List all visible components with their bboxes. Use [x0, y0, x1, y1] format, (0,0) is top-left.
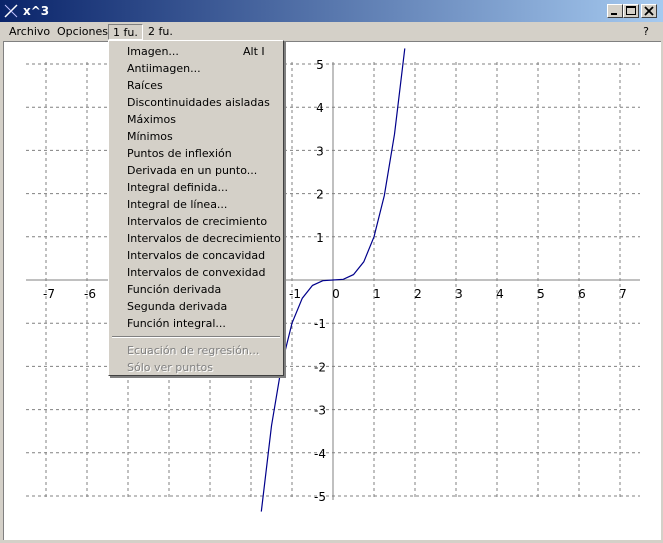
- window-title: x^3: [23, 4, 50, 18]
- menu-option-label: Integral definida...: [127, 181, 229, 194]
- menu-option[interactable]: Intervalos de concavidad: [109, 247, 283, 264]
- menu-option[interactable]: Puntos de inflexión: [109, 145, 283, 162]
- menu-option[interactable]: Integral de línea...: [109, 196, 283, 213]
- menu-option-label: Intervalos de crecimiento: [127, 215, 268, 228]
- menu-option[interactable]: Discontinuidades aisladas: [109, 94, 283, 111]
- y-tick-label: 5: [316, 58, 324, 72]
- y-tick-label: -4: [314, 447, 326, 461]
- menu-option-disabled: Sólo ver puntos: [109, 359, 283, 376]
- menu-separator: [112, 336, 280, 338]
- x-tick-label: 6: [578, 287, 586, 301]
- menu-option[interactable]: Segunda derivada: [109, 298, 283, 315]
- menu-bar: Archivo Opciones 1 fu. 2 fu. ?: [0, 22, 663, 40]
- menu-option[interactable]: Integral definida...: [109, 179, 283, 196]
- x-tick-label: -6: [84, 287, 96, 301]
- x-tick-label: 4: [496, 287, 504, 301]
- y-tick-label: -5: [314, 490, 326, 504]
- app-icon: [3, 3, 19, 19]
- menu-option-label: Discontinuidades aisladas: [127, 96, 270, 109]
- menu-option-disabled: Ecuación de regresión...: [109, 342, 283, 359]
- help-menu[interactable]: ?: [643, 25, 649, 38]
- menu-option-label: Intervalos de concavidad: [127, 249, 266, 262]
- menu-option-label: Raíces: [127, 79, 163, 92]
- menu-option[interactable]: Mínimos: [109, 128, 283, 145]
- y-tick-label: 3: [316, 144, 324, 158]
- menu-option[interactable]: Función derivada: [109, 281, 283, 298]
- menu-opciones[interactable]: Opciones: [53, 24, 112, 40]
- menu-option[interactable]: Máximos: [109, 111, 283, 128]
- menu-option-label: Intervalos de decrecimiento: [127, 232, 281, 245]
- function-graph: -7-6-5-4-3-2-101234567-5-4-3-2-112345: [26, 48, 640, 512]
- menu-shortcut: Alt I: [243, 45, 265, 58]
- menu-option[interactable]: Antiimagen...: [109, 60, 283, 77]
- x-tick-label: 7: [619, 287, 627, 301]
- menu-option[interactable]: Derivada en un punto...: [109, 162, 283, 179]
- menu-option[interactable]: Raíces: [109, 77, 283, 94]
- menu-option[interactable]: Imagen... Alt I: [109, 43, 283, 60]
- app-window: x^3 Archivo Opciones 1 fu. 2 fu. ? -7 -6 -…: [0, 0, 663, 543]
- menu-1-fu[interactable]: 1 fu.: [108, 24, 143, 40]
- y-tick-label: 2: [316, 188, 324, 202]
- x-tick-label: 3: [455, 287, 463, 301]
- close-icon: [644, 6, 654, 16]
- menu-option-label: Sólo ver puntos: [127, 361, 213, 374]
- menu-option-label: Ecuación de regresión...: [127, 344, 260, 357]
- y-tick-label: 4: [316, 101, 324, 115]
- menu-option-label: Función integral...: [127, 317, 226, 330]
- y-tick-label: -2: [314, 360, 326, 374]
- title-bar[interactable]: x^3: [0, 0, 663, 22]
- menu-archivo[interactable]: Archivo: [5, 24, 54, 40]
- menu-option-label: Integral de línea...: [127, 198, 228, 211]
- menu-option-label: Mínimos: [127, 130, 173, 143]
- menu-option-label: Antiimagen...: [127, 62, 201, 75]
- menu-option-label: Máximos: [127, 113, 176, 126]
- menu-option[interactable]: Intervalos de convexidad: [109, 264, 283, 281]
- menu-option-label: Imagen...: [127, 45, 179, 58]
- menu-option-label: Función derivada: [127, 283, 222, 296]
- minimize-icon: [611, 13, 617, 15]
- close-button[interactable]: [641, 4, 657, 18]
- menu-2-fu[interactable]: 2 fu.: [144, 24, 177, 40]
- menu-option-label: Puntos de inflexión: [127, 147, 232, 160]
- x-tick-label: -7: [43, 287, 55, 301]
- menu-option-label: Derivada en un punto...: [127, 164, 258, 177]
- maximize-icon: [626, 6, 636, 15]
- menu-option[interactable]: Función integral...: [109, 315, 283, 332]
- y-tick-label: -1: [314, 317, 326, 331]
- x-tick-label: -1: [289, 287, 301, 301]
- function-menu-dropdown: Imagen... Alt I Antiimagen... Raíces Discont…: [108, 40, 284, 376]
- x-tick-label: 1: [373, 287, 381, 301]
- y-tick-label: -3: [314, 404, 326, 418]
- x-tick-label: 2: [414, 287, 422, 301]
- y-tick-label: 1: [316, 231, 324, 245]
- menu-option[interactable]: Intervalos de crecimiento: [109, 213, 283, 230]
- x-tick-label: 0: [332, 287, 340, 301]
- minimize-button[interactable]: [607, 4, 623, 18]
- menu-option[interactable]: Intervalos de decrecimiento: [109, 230, 283, 247]
- menu-option-label: Segunda derivada: [127, 300, 228, 313]
- menu-option-label: Intervalos de convexidad: [127, 266, 266, 279]
- x-tick-label: 5: [537, 287, 545, 301]
- graph-area[interactable]: -7-6-5-4-3-2-101234567-5-4-3-2-112345: [3, 41, 661, 540]
- maximize-button[interactable]: [623, 4, 639, 18]
